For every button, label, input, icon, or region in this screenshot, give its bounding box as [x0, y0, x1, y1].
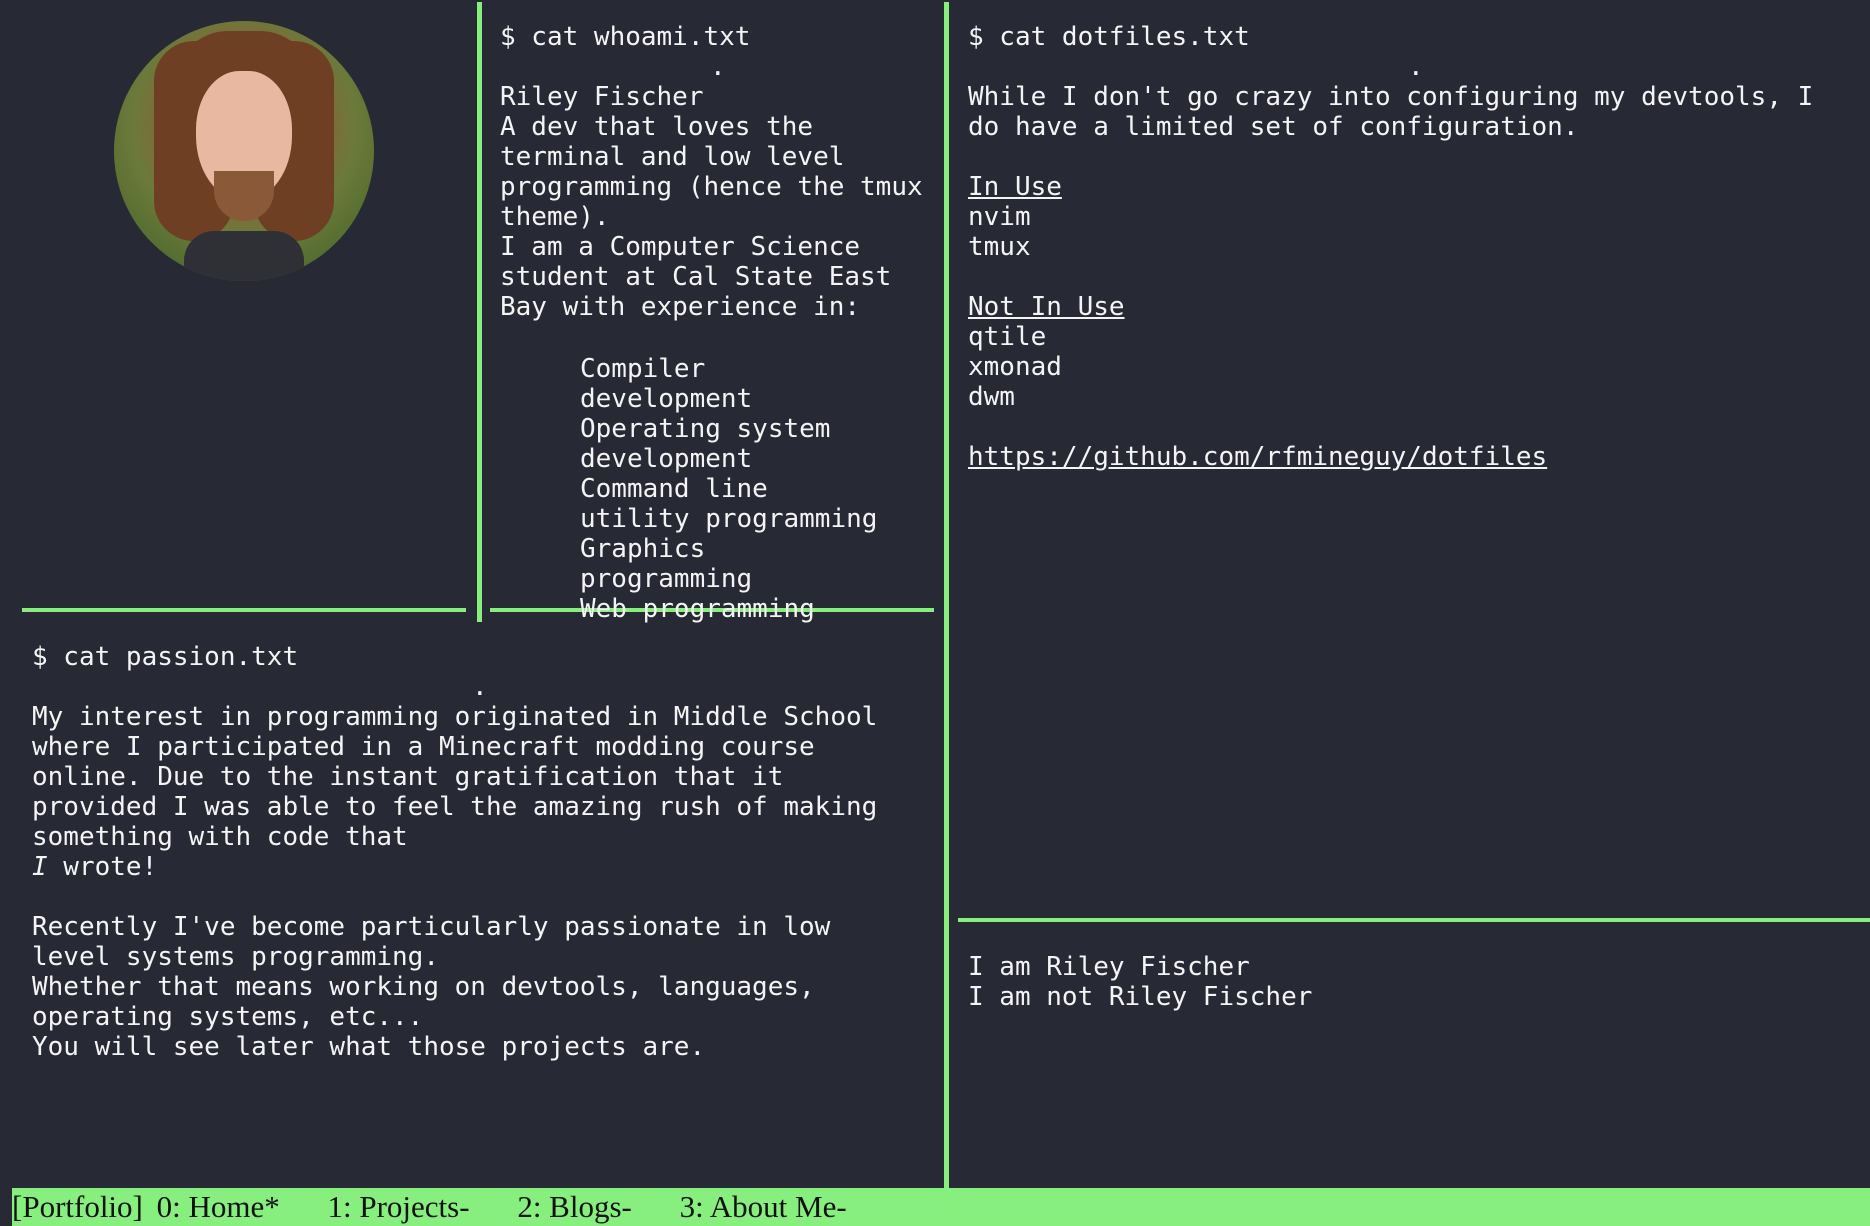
- italic-i: I: [32, 852, 48, 882]
- experience-item: Web programming: [580, 594, 815, 624]
- pane-divider-vertical-left: [477, 2, 482, 622]
- identity-pane: I am Riley Fischer I am not Riley Fische…: [968, 952, 1848, 1012]
- whoami-text: Riley Fischer A dev that loves the termi…: [500, 82, 923, 322]
- identity-line-2: I am not Riley Fischer: [968, 982, 1313, 1012]
- experience-item: Operating system development: [580, 414, 831, 474]
- identity-line-1: I am Riley Fischer: [968, 952, 1250, 982]
- passion-cursor-dot: .: [472, 672, 488, 702]
- passion-pane: $ cat passion.txt . My interest in progr…: [32, 642, 932, 1062]
- not-in-use-item: xmonad: [968, 352, 1062, 382]
- experience-item: Command line utility programming: [580, 474, 878, 534]
- experience-item: Compiler development: [580, 354, 753, 414]
- whoami-prompt: $ cat whoami.txt: [500, 22, 751, 52]
- pane-divider-horizontal-right: [958, 918, 1870, 922]
- experience-item: Graphics programming: [580, 534, 753, 594]
- not-in-use-item: qtile: [968, 322, 1047, 352]
- dotfiles-prompt: $ cat dotfiles.txt: [968, 22, 1250, 52]
- pane-divider-vertical-main: [944, 2, 949, 1188]
- passion-paragraph-1: My interest in programming originated in…: [32, 702, 878, 852]
- tab-projects[interactable]: 1: Projects-: [328, 1188, 470, 1226]
- passion-prompt: $ cat passion.txt: [32, 642, 299, 672]
- experience-list: Compiler development Operating system de…: [500, 354, 880, 624]
- tab-about-me[interactable]: 3: About Me-: [680, 1188, 847, 1226]
- in-use-item: tmux: [968, 232, 1031, 262]
- not-in-use-heading: Not In Use: [968, 292, 1125, 322]
- session-name: [Portfolio]: [12, 1189, 143, 1224]
- pane-divider-horizontal-avatar: [22, 608, 466, 612]
- whoami-pane: $ cat whoami.txt . Riley Fischer A dev t…: [500, 22, 940, 624]
- dotfiles-github-link[interactable]: https://github.com/rfmineguy/dotfiles: [968, 442, 1547, 472]
- not-in-use-item: dwm: [968, 382, 1015, 412]
- passion-paragraph-2: Recently I've become particularly passio…: [32, 912, 831, 1062]
- tab-home[interactable]: 0: Home*: [157, 1188, 280, 1226]
- passion-wrote-line: I wrote!: [32, 852, 932, 882]
- dotfiles-intro: While I don't go crazy into configuring …: [968, 82, 1829, 142]
- wrote-text: wrote!: [47, 852, 158, 882]
- dotfiles-cursor-dot: .: [1408, 52, 1424, 82]
- avatar-shirt: [184, 231, 304, 281]
- tab-blogs[interactable]: 2: Blogs-: [517, 1188, 632, 1226]
- tmux-status-bar: [Portfolio] 0: Home* 1: Projects- 2: Blo…: [12, 1188, 1870, 1226]
- avatar: [114, 21, 374, 281]
- whoami-cursor-dot: .: [710, 52, 726, 82]
- in-use-item: nvim: [968, 202, 1031, 232]
- dotfiles-pane: $ cat dotfiles.txt . While I don't go cr…: [968, 22, 1848, 472]
- in-use-heading: In Use: [968, 172, 1062, 202]
